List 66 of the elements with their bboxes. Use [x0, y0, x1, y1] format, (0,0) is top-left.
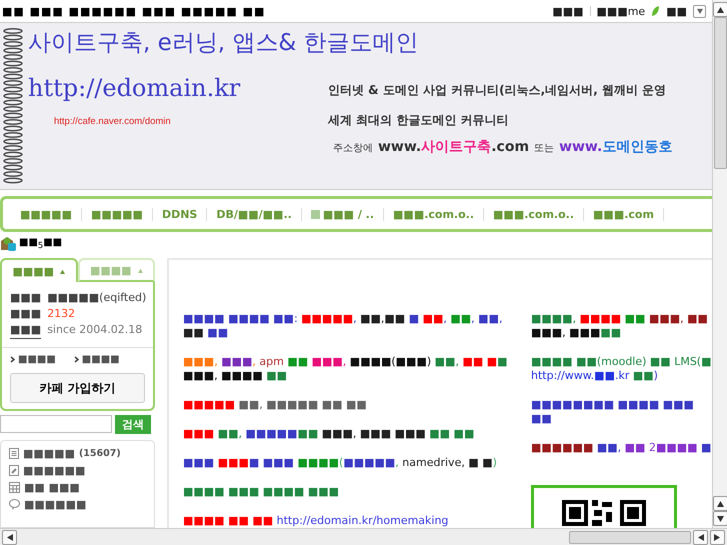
- chevron-icon: [74, 356, 79, 363]
- banner-text: 인터넷 & 도메인 사업 커뮤니티(리눅스,네임서버, 웹깨비 운영: [328, 82, 668, 99]
- leaf-icon: [651, 5, 660, 17]
- calendar-icon: [9, 482, 20, 493]
- content-paragraph: ■■■ ■■, ■■■■■■■ ■■■, ■■■ ■■■ ■■ ■■: [183, 427, 476, 441]
- info-value: ■■■■■(eqifted): [47, 290, 146, 306]
- menu-item[interactable]: ■■ ■■■: [9, 481, 146, 494]
- scroll-left-icon: [6, 534, 13, 540]
- scroll-up-icon: [716, 6, 724, 13]
- vertical-scrollbar[interactable]: [712, 0, 727, 528]
- sidebar-tab[interactable]: ■■■■: [0, 258, 78, 282]
- nav-item[interactable]: ■■■.com.o..: [484, 208, 584, 220]
- list-icon: [9, 448, 19, 459]
- scroll-down-icon: [716, 515, 724, 522]
- nav-item[interactable]: ■■■■■: [82, 208, 153, 220]
- content-paragraph: ■■■■■ ■■, ■■■■■ ■■ ■■: [183, 398, 368, 412]
- dropdown-button[interactable]: [693, 4, 706, 18]
- top-link[interactable]: ■■■: [552, 4, 584, 18]
- nav-item[interactable]: DDNS: [152, 208, 208, 220]
- nav-item[interactable]: ■■■.com: [584, 208, 664, 220]
- speech-bubble-icon: [9, 499, 20, 510]
- content-paragraph: ■■■■ ■■ ■■ http://edomain.kr/homemaking: [183, 514, 450, 528]
- info-value: since 2004.02.18: [47, 322, 142, 338]
- nav-item[interactable]: ■■■ / ..: [302, 208, 384, 220]
- scroll-thumb[interactable]: [714, 17, 726, 169]
- scroll-thumb[interactable]: [569, 530, 691, 544]
- level-text: ■■$_{5}$■■: [19, 236, 62, 250]
- sidebar-link[interactable]: ■■■■: [10, 354, 56, 365]
- menu-item[interactable]: ■■■■■■: [9, 498, 146, 511]
- caret-icon: [696, 8, 702, 14]
- chevron-icon: [10, 356, 15, 363]
- content-paragraph: ■■■■, ■■■■ ■■ ■■■, ■■ ■■■, ■■■■■: [531, 312, 709, 340]
- banner-text: 세계 최대의 한글도메인 커뮤니티: [328, 112, 510, 129]
- page-title: ■■ ■■■ ■■■■■■ ■■■ ■■■■■ ■■: [2, 4, 266, 18]
- search-button[interactable]: 검색: [115, 415, 151, 434]
- info-label: ■■■: [10, 306, 42, 322]
- top-link[interactable]: ■■■me: [596, 4, 646, 18]
- scroll-left-icon: [697, 534, 704, 540]
- search-field[interactable]: [0, 415, 112, 433]
- content-paragraph: ■■■■ ■■■ ■■■■ ■■■: [183, 485, 340, 499]
- content-paragraph: ■■■■■■ ■■, ■■ 2■■■■ ■: [531, 441, 712, 455]
- banner-title: 사이트구축, e러닝, 앱스& 한글도메인: [28, 29, 420, 58]
- horizontal-scrollbar[interactable]: [0, 528, 727, 545]
- address-text: 주소창에 www.사이트구축.com 또는 www.도메인동호: [332, 138, 672, 156]
- scroll-right-icon: [714, 534, 721, 540]
- scroll-up-icon: [716, 500, 724, 507]
- caret-icon: [138, 268, 143, 272]
- menu-item[interactable]: ■■■■■ (15607): [9, 447, 146, 460]
- nav-item[interactable]: DB/■■/■■..: [207, 208, 302, 220]
- sidebar-link[interactable]: ■■■■: [74, 354, 120, 365]
- info-value: 2132: [47, 306, 76, 322]
- join-button[interactable]: 카페 가입하기: [10, 373, 145, 403]
- menu-item[interactable]: ■■■■■■: [9, 464, 146, 477]
- content-paragraph: ■■■■■■■■ ■■■■ ■■■ ■■: [531, 398, 695, 426]
- level-badge-icon: [0, 235, 16, 251]
- nav-item[interactable]: ■■■■■: [11, 208, 82, 220]
- content-paragraph: ■■■ ■■■■ ■■■ ■■■■(■■■■■, namedrive, ■ ■): [183, 456, 498, 470]
- nav-item[interactable]: ■■■.com.o..: [384, 208, 484, 220]
- info-label: ■■■: [10, 290, 42, 306]
- content-paragraph: ■■■■ ■■■■ ■■: ■■■■■, ■■,■■ ■ ■■, ■■, ■■, ■■ ■■: [183, 312, 504, 340]
- caret-icon: [60, 268, 66, 274]
- top-link[interactable]: ■■: [666, 4, 687, 18]
- content-paragraph: ■■■■ ■■(moodle) ■■ LMS(■ http://www.■■.kr ■■): [531, 355, 712, 383]
- info-label: ■■■: [10, 322, 42, 339]
- content-paragraph: ■■■, ■■■, apm ■■ ■■■, ■■■■(■■■) ■■, ■■ ■■ ■■■, ■■■■ ■■: [183, 355, 509, 383]
- square-icon: [310, 210, 320, 218]
